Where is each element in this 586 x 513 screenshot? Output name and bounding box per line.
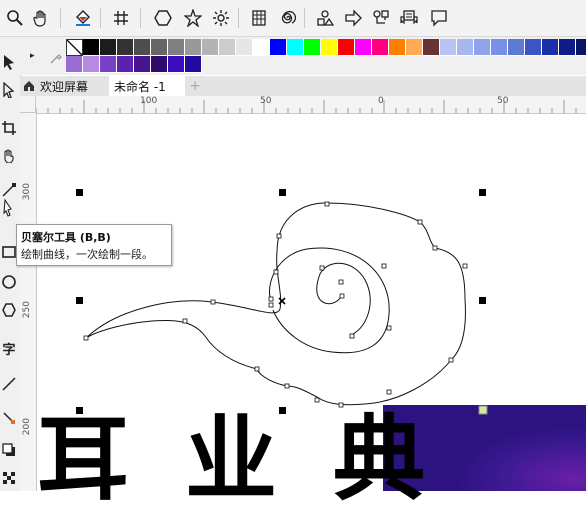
zoom-icon[interactable] [2,5,28,31]
shadow-tool-icon[interactable] [0,439,18,461]
object-node[interactable] [478,405,488,415]
color-swatch[interactable] [508,39,525,56]
color-swatch[interactable] [83,56,100,73]
polygon-tool-icon[interactable] [0,299,18,321]
star-icon[interactable] [180,5,206,31]
color-swatch[interactable] [117,39,134,56]
color-swatch[interactable] [66,56,83,73]
color-swatch[interactable] [287,39,304,56]
bezier-spiral[interactable] [269,247,390,354]
color-swatch[interactable] [559,39,576,56]
tab-welcome-label: 欢迎屏幕 [40,79,89,94]
ruler-label: 50 [497,96,509,106]
color-swatch[interactable] [236,39,253,56]
drawing-canvas[interactable]: 耳 业 典 [37,114,586,506]
color-swatch[interactable] [338,39,355,56]
horizontal-ruler[interactable]: 100 50 0 50 [20,96,586,114]
color-swatch[interactable] [134,39,151,56]
ruler-origin[interactable] [20,96,36,113]
color-swatch[interactable] [491,39,508,56]
color-swatch[interactable] [151,56,168,73]
pick-tool-icon[interactable] [0,51,18,73]
flowchart-icon[interactable] [368,5,394,31]
color-swatch[interactable] [83,39,100,56]
palette-arrow-icon[interactable]: ▸ [30,51,35,61]
grid-snap-icon[interactable] [108,5,134,31]
color-swatch[interactable] [253,39,270,56]
callout-icon[interactable] [426,5,452,31]
ruler-label: 100 [140,96,158,106]
color-swatch[interactable] [151,39,168,56]
ellipse-tool-icon[interactable] [0,271,18,293]
color-swatch[interactable] [355,39,372,56]
color-swatch[interactable] [100,39,117,56]
color-swatch[interactable] [576,39,586,56]
color-swatch[interactable] [202,39,219,56]
spreadsheet-icon[interactable] [246,5,272,31]
large-text-object[interactable]: 耳 业 典 [37,414,437,506]
add-tab-button[interactable]: + [187,76,203,96]
color-swatch[interactable] [372,39,389,56]
property-toolbar [0,0,586,37]
tab-document[interactable]: 未命名 -1 [109,76,185,96]
center-marker [278,297,286,305]
color-palette: ▸ [20,37,586,75]
color-swatch[interactable] [168,39,185,56]
spiral-icon[interactable] [274,5,300,31]
shape-tool-icon[interactable] [0,79,18,101]
banner-icon[interactable] [396,5,422,31]
ruler-label: 250 [22,301,32,319]
color-swatch[interactable] [389,39,406,56]
transparency-tool-icon[interactable] [0,467,18,489]
ruler-label: 50 [260,96,272,106]
color-swatch[interactable] [270,39,287,56]
bezier-tool-icon[interactable] [0,197,18,219]
vertical-ruler[interactable]: 300 250 200 [20,113,37,491]
color-swatch[interactable] [134,56,151,73]
tooltip-description: 绘制曲线，一次绘制一段。 [21,248,153,261]
ruler-label: 300 [22,183,32,201]
tab-document-label: 未命名 -1 [114,79,166,94]
pan-hand-icon[interactable] [28,5,54,31]
color-swatch[interactable] [185,39,202,56]
parallel-dimension-tool-icon[interactable] [0,373,18,395]
color-swatch[interactable] [168,56,185,73]
hexagon-icon[interactable] [150,5,176,31]
connector-tool-icon[interactable] [0,407,18,429]
color-swatch[interactable] [100,56,117,73]
color-swatch[interactable] [406,39,423,56]
shapes-icon[interactable] [312,5,338,31]
gear-icon[interactable] [208,5,234,31]
zoom-tool-icon[interactable] [0,145,18,167]
color-swatch[interactable] [525,39,542,56]
color-swatch[interactable] [457,39,474,56]
color-swatch[interactable] [185,56,202,73]
color-swatch[interactable] [423,39,440,56]
color-swatch[interactable] [219,39,236,56]
color-swatch[interactable] [542,39,559,56]
eyedropper-icon[interactable] [50,49,62,68]
color-swatch[interactable] [440,39,457,56]
home-icon [24,81,34,91]
color-swatch[interactable] [321,39,338,56]
tooltip-title: 贝塞尔工具 (B,B) [21,231,111,244]
color-swatch[interactable] [304,39,321,56]
color-swatch[interactable] [474,39,491,56]
arrow-shape-icon[interactable] [340,5,366,31]
no-color-swatch[interactable] [66,39,83,56]
crop-tool-icon[interactable] [0,117,18,139]
tool-tooltip: 贝塞尔工具 (B,B) 绘制曲线，一次绘制一段。 [16,224,172,266]
ruler-label: 200 [22,418,32,436]
tab-welcome[interactable]: 欢迎屏幕 [20,76,108,96]
fill-bucket-icon[interactable] [70,5,96,31]
document-tab-bar: 欢迎屏幕 未命名 -1 + [20,76,586,96]
ruler-label: 0 [378,96,384,106]
text-tool-icon[interactable]: 字 [0,337,18,359]
color-swatch[interactable] [117,56,134,73]
